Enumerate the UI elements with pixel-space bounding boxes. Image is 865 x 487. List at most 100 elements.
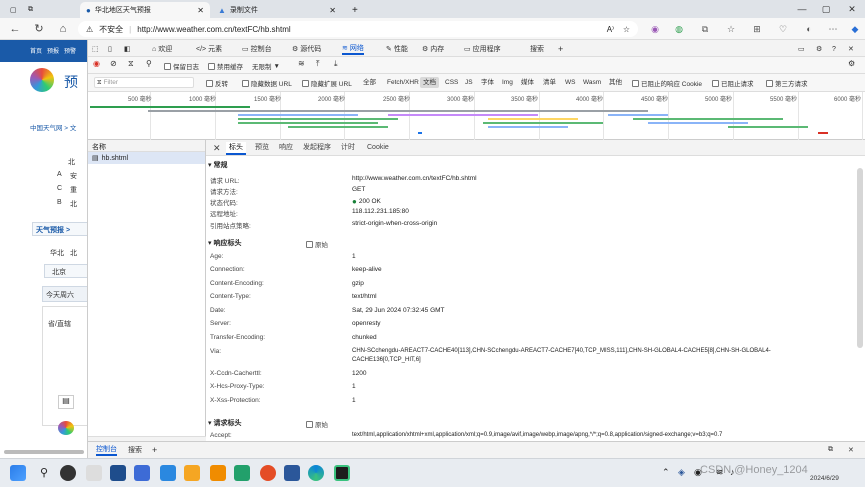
throttle-select[interactable]: 无限制 ▼ — [252, 61, 280, 72]
tab-search[interactable]: 搜索 — [530, 43, 544, 55]
tab-application[interactable]: ▭ 应用程序 — [464, 43, 501, 55]
add-drawer-tab-button[interactable]: + — [152, 444, 157, 456]
request-headers-toggle[interactable]: ▾ 请求标头 — [208, 418, 242, 428]
pycharm-icon[interactable] — [334, 465, 350, 481]
start-icon[interactable] — [10, 465, 26, 481]
back-icon[interactable]: ← — [8, 22, 22, 36]
edge-sidebar-icon[interactable]: ◆ — [848, 22, 862, 36]
hide-data-urls-checkbox[interactable]: 隐藏数据 URL — [242, 78, 292, 88]
favorites-icon[interactable]: ☆ — [724, 22, 738, 36]
tab-memory[interactable]: ⚙ 内存 — [422, 43, 444, 55]
drawer-tab-search[interactable]: 搜索 — [128, 444, 142, 456]
tab-sources[interactable]: ⚙ 源代码 — [292, 43, 321, 55]
address-bar[interactable]: ⚠ 不安全 | http://www.weather.com.cn/textFC… — [78, 21, 638, 37]
third-party-checkbox[interactable]: 第三方请求 — [766, 78, 808, 88]
search-icon[interactable]: ⚲ — [146, 59, 152, 68]
raw-response-checkbox[interactable]: 原始 — [306, 239, 328, 249]
tab-recordings[interactable]: ▲ 录制文件 ✕ — [212, 2, 342, 18]
type-filter-xhr[interactable]: Fetch/XHR — [384, 77, 422, 88]
filter-input[interactable]: ⧖ Filter — [94, 77, 194, 88]
record-icon[interactable]: ◉ — [93, 59, 100, 68]
profile-icon[interactable]: ◐ — [802, 22, 816, 36]
blocked-cookies-checkbox[interactable]: 已阻止的响应 Cookie — [632, 78, 702, 88]
file-explorer-icon[interactable] — [184, 465, 200, 481]
breadcrumb[interactable]: 中国天气网 > 文 — [30, 122, 76, 132]
page-horizontal-scrollbar[interactable] — [4, 450, 84, 454]
tab-welcome[interactable]: ⌂ 欢迎 — [152, 43, 172, 55]
inspect-icon[interactable]: ⬚ — [92, 43, 99, 55]
blocked-requests-checkbox[interactable]: 已阻止请求 — [712, 78, 754, 88]
device-toggle-icon[interactable]: ▯ — [108, 43, 112, 55]
tray-app-icon[interactable]: ◈ — [678, 467, 685, 478]
type-filter-img[interactable]: Img — [499, 77, 516, 88]
favorite-star-icon[interactable]: ☆ — [623, 25, 630, 34]
region-tab[interactable]: 北 — [70, 248, 77, 258]
detail-tab-initiator[interactable]: 发起程序 — [300, 142, 334, 155]
app-icon[interactable] — [110, 465, 126, 481]
hide-ext-urls-checkbox[interactable]: 隐藏扩展 URL — [302, 78, 352, 88]
performance-icon[interactable]: ♡ — [776, 22, 790, 36]
dock-icon[interactable]: ◧ — [124, 43, 131, 55]
more-menu-icon[interactable]: ⋯ — [826, 22, 840, 36]
preserve-log-checkbox[interactable]: 保留日志 — [164, 61, 199, 71]
app-icon[interactable] — [58, 421, 74, 435]
add-tool-button[interactable]: + — [558, 43, 563, 55]
tray-chevron-icon[interactable]: ⌃ — [662, 467, 670, 478]
app-icon[interactable] — [260, 465, 276, 481]
detail-tab-preview[interactable]: 预览 — [252, 142, 272, 155]
tab-elements[interactable]: </> 元素 — [196, 43, 222, 55]
filter-funnel-icon[interactable]: ⧖ — [128, 59, 134, 69]
maximize-button[interactable]: ▢ — [816, 2, 836, 16]
region-tab[interactable]: 华北 — [50, 248, 64, 258]
tab-network[interactable]: ≋ 网络 — [342, 43, 364, 55]
word-icon[interactable] — [284, 465, 300, 481]
tab-console[interactable]: ▭ 控制台 — [242, 43, 272, 55]
settings-gear-icon[interactable]: ⚙ — [848, 59, 855, 68]
type-filter-font[interactable]: 字体 — [478, 77, 497, 88]
tab-weather[interactable]: ● 华北地区天气预报 ✕ — [80, 2, 210, 18]
collections-icon[interactable]: ⊞ — [750, 22, 764, 36]
detail-tab-cookies[interactable]: Cookie — [364, 142, 392, 155]
type-filter-manifest[interactable]: 清单 — [540, 77, 559, 88]
detail-tab-timing[interactable]: 计时 — [338, 142, 358, 155]
detail-tab-response[interactable]: 响应 — [276, 142, 296, 155]
help-icon[interactable]: ? — [832, 43, 836, 55]
details-scrollbar[interactable] — [857, 168, 863, 348]
dock-drawer-icon[interactable]: ⧉ — [828, 444, 833, 456]
type-filter-all[interactable]: 全部 — [360, 77, 379, 88]
close-window-button[interactable]: ✕ — [842, 2, 862, 16]
app-icon[interactable] — [134, 465, 150, 481]
detail-tab-headers[interactable]: 标头 — [226, 142, 246, 155]
app-icon[interactable] — [234, 465, 250, 481]
close-devtools-icon[interactable]: ✕ — [848, 43, 854, 55]
new-tab-button[interactable]: + — [346, 2, 360, 18]
feedback-icon[interactable]: ⚙ — [816, 43, 822, 55]
general-section-toggle[interactable]: ▾ 常规 — [208, 160, 228, 170]
read-aloud-icon[interactable]: A⁾ — [607, 25, 614, 34]
invert-checkbox[interactable]: 反转 — [206, 78, 228, 88]
section-title[interactable]: 天气预报 > — [36, 225, 70, 235]
app-icon[interactable] — [86, 465, 102, 481]
split-screen-icon[interactable]: ⧉ — [698, 22, 712, 36]
close-tab-icon[interactable]: ✕ — [329, 6, 336, 15]
close-details-icon[interactable]: ✕ — [210, 142, 224, 155]
close-tab-icon[interactable]: ✕ — [197, 6, 204, 15]
copilot-icon[interactable]: ◉ — [648, 22, 662, 36]
disable-cache-checkbox[interactable]: 禁用缓存 — [208, 61, 243, 71]
minimize-button[interactable]: — — [792, 2, 812, 16]
raw-request-checkbox[interactable]: 原始 — [306, 419, 328, 429]
response-headers-toggle[interactable]: ▾ 响应标头 — [208, 238, 242, 248]
type-filter-wasm[interactable]: Wasm — [580, 77, 604, 88]
app-icon[interactable] — [210, 465, 226, 481]
type-filter-doc[interactable]: 文档 — [420, 77, 439, 88]
search-icon[interactable]: ⚲ — [36, 465, 52, 481]
region-selected[interactable] — [44, 264, 87, 278]
request-row[interactable]: ▤ hb.shtml — [88, 152, 205, 164]
book-icon[interactable]: ▤ — [58, 395, 74, 409]
nav-home-link[interactable]: 首页 — [30, 46, 42, 62]
request-list-header[interactable]: 名称 — [88, 140, 205, 152]
import-icon[interactable]: ⤒ — [316, 59, 320, 69]
network-overview-timeline[interactable]: 500 毫秒 1000 毫秒 1500 毫秒 2000 毫秒 2500 毫秒 3… — [88, 92, 865, 140]
workspaces-icon[interactable]: ⧉ — [22, 2, 36, 18]
drawer-tab-console[interactable]: 控制台 — [96, 444, 117, 456]
